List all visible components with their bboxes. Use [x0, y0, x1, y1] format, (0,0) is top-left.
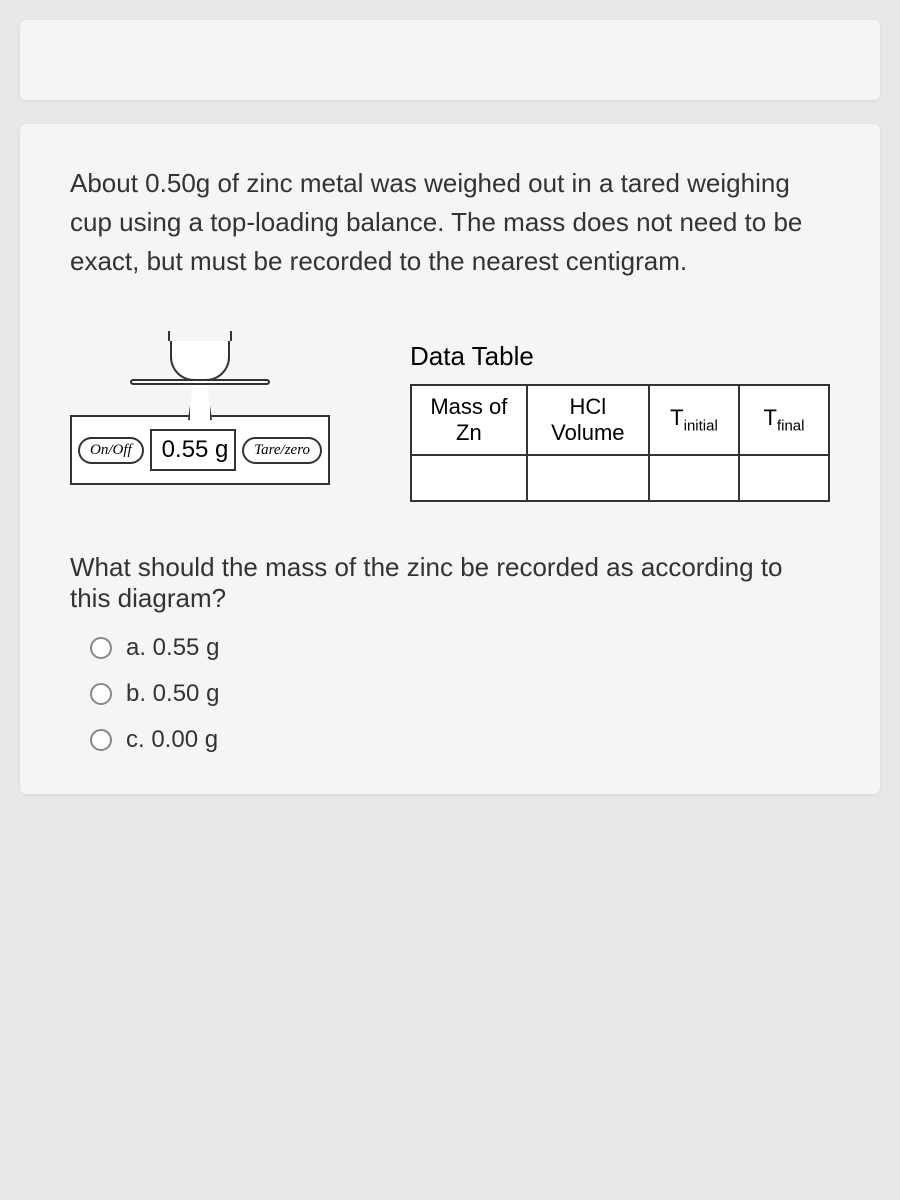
option-c[interactable]: c. 0.00 g	[90, 726, 830, 754]
on-off-button: On/Off	[78, 437, 144, 464]
balance-pan-icon	[130, 379, 270, 385]
balance-diagram: On/Off 0.55 g Tare/zero	[70, 341, 330, 485]
data-table-title: Data Table	[410, 341, 830, 372]
col-hcl-volume: HCl Volume	[527, 385, 649, 455]
radio-icon	[90, 729, 112, 751]
col-mass-zn: Mass of Zn	[411, 385, 527, 455]
col-t-initial: Tinitial	[649, 385, 739, 455]
options-group: a. 0.55 g b. 0.50 g c. 0.00 g	[70, 634, 830, 754]
cell-hcl-volume	[527, 455, 649, 501]
top-card	[20, 20, 880, 100]
radio-icon	[90, 637, 112, 659]
question-card: About 0.50g of zinc metal was weighed ou…	[20, 124, 880, 794]
option-label: a. 0.55 g	[126, 634, 219, 662]
option-a[interactable]: a. 0.55 g	[90, 634, 830, 662]
option-label: c. 0.00 g	[126, 726, 218, 754]
diagram-row: On/Off 0.55 g Tare/zero Data Table Mass …	[70, 341, 830, 502]
question-text: What should the mass of the zinc be reco…	[70, 552, 830, 614]
data-table-section: Data Table Mass of Zn HCl Volume Tinitia…	[410, 341, 830, 502]
balance-body: On/Off 0.55 g Tare/zero	[70, 415, 330, 485]
weighing-cup-icon	[170, 341, 230, 381]
balance-display: 0.55 g	[150, 429, 236, 471]
intro-text: About 0.50g of zinc metal was weighed ou…	[70, 164, 830, 281]
radio-icon	[90, 683, 112, 705]
tare-zero-button: Tare/zero	[242, 437, 322, 464]
option-label: b. 0.50 g	[126, 680, 219, 708]
data-table: Mass of Zn HCl Volume Tinitial Tfinal	[410, 384, 830, 502]
col-t-final: Tfinal	[739, 385, 829, 455]
cell-t-final	[739, 455, 829, 501]
cell-t-initial	[649, 455, 739, 501]
option-b[interactable]: b. 0.50 g	[90, 680, 830, 708]
cell-mass-zn	[411, 455, 527, 501]
